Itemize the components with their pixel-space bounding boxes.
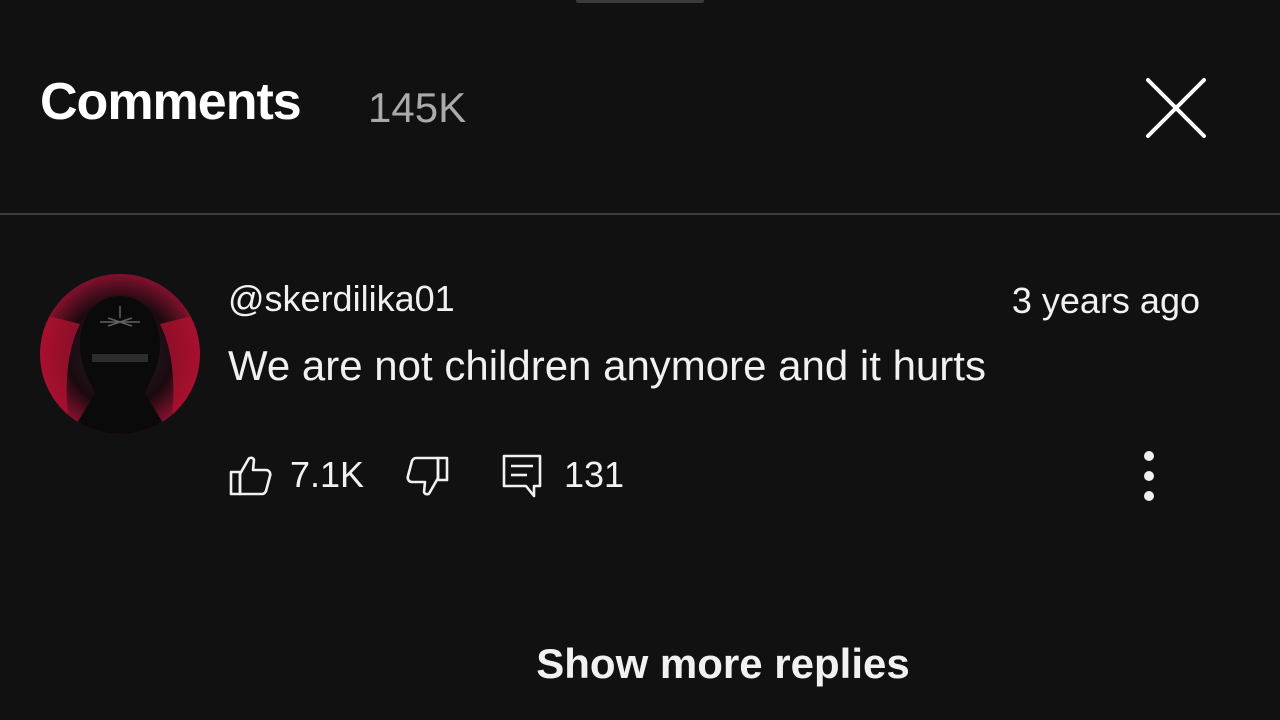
header-divider: [0, 213, 1280, 215]
avatar[interactable]: [40, 274, 200, 434]
more-options-button[interactable]: [1132, 448, 1166, 504]
dislike-button[interactable]: [404, 454, 450, 500]
thumbs-down-icon: [406, 456, 449, 496]
close-button[interactable]: [1140, 72, 1212, 144]
reply-button[interactable]: [500, 452, 544, 500]
like-count: 7.1K: [290, 454, 365, 495]
thumbs-up-icon: [229, 456, 272, 496]
comment-timestamp: 3 years ago: [1011, 280, 1200, 321]
like-button[interactable]: [228, 452, 274, 498]
reply-count: 131: [564, 454, 625, 495]
panel-title: Comments: [40, 73, 302, 131]
comment-author[interactable]: @skerdilika01: [228, 278, 455, 320]
avatar-image: [40, 274, 200, 434]
comment-count: 145K: [368, 84, 467, 131]
show-more-replies-button[interactable]: Show more replies: [0, 640, 1280, 688]
comments-header: Comments 145K: [0, 0, 1280, 214]
close-icon: [1146, 78, 1206, 138]
comments-panel: Comments 145K @skerdilika01 3 years ago …: [0, 0, 1280, 720]
comment-text: We are not children anymore and it hurts: [228, 342, 986, 389]
more-vert-icon: [1144, 451, 1154, 501]
reply-icon: [502, 454, 542, 498]
comment-actions: 7.1K 131: [228, 448, 1188, 504]
